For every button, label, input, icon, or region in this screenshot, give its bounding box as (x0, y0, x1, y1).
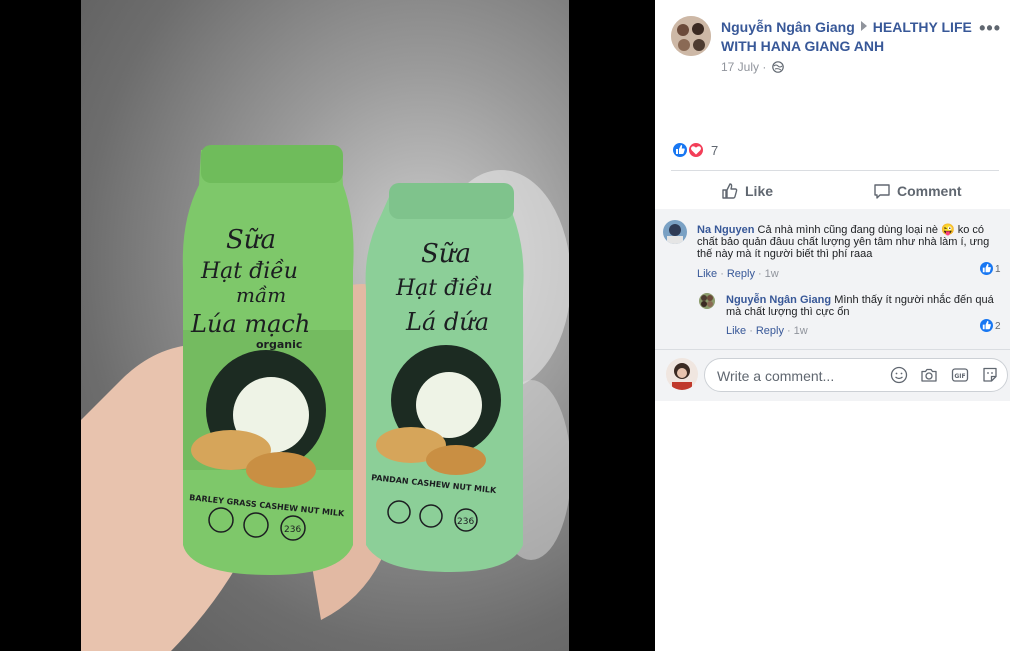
emoji-icon[interactable] (890, 366, 908, 384)
comment-label: Comment (897, 183, 962, 199)
commenter-avatar[interactable] (663, 220, 687, 244)
comment-like-count: 2 (995, 321, 1001, 332)
like-reaction-icon (980, 262, 993, 275)
comment-time[interactable]: 1w (794, 325, 808, 337)
bottle-left-title-3: mầm (236, 283, 286, 307)
arrow-right-icon (860, 21, 867, 31)
bottle-left-title-2: Hạt điều (200, 258, 298, 284)
divider (671, 170, 999, 171)
bottle-left-tag: organic (256, 338, 302, 351)
post-photo[interactable]: Sữa Hạt điều mầm Lúa mạch Sữa Hạt điều L… (81, 0, 569, 651)
svg-text:GIF: GIF (954, 373, 965, 380)
reaction-count: 7 (711, 143, 719, 158)
comment-reply-link[interactable]: Reply (727, 268, 755, 280)
comment-like-link[interactable]: Like (726, 325, 746, 337)
bottle-right-title-3: Lá dứa (405, 308, 489, 336)
gif-icon[interactable]: GIF (951, 366, 969, 384)
post-date: 17 July · (721, 60, 784, 74)
comment-author[interactable]: Nguyễn Ngân Giang (726, 294, 831, 306)
comment-icon (874, 184, 890, 199)
post-side-panel: Nguyễn Ngân Giang HEALTHY LIFE WITH HANA … (655, 0, 1010, 651)
globe-icon (771, 61, 784, 73)
comments-list: Na Nguyen Cả nhà mình cũng đang dùng loạ… (655, 209, 1010, 349)
post-date-text[interactable]: 17 July (721, 60, 759, 74)
thumbs-up-icon (722, 183, 738, 199)
comment-meta-1: Like · Reply · 1w (697, 268, 779, 280)
comment-text-2: Nguyễn Ngân Giang Mình thấy ít người nhắ… (726, 294, 996, 318)
bottle-left-title-4: Lúa mạch (190, 310, 310, 338)
comment-time[interactable]: 1w (765, 268, 779, 280)
like-label: Like (745, 183, 774, 199)
comment-input[interactable]: Write a comment... GIF (704, 358, 1008, 392)
comment-reply-link[interactable]: Reply (756, 325, 784, 337)
reply-avatar[interactable] (699, 293, 715, 309)
sticker-icon[interactable] (981, 366, 999, 384)
bottle-right-title-1: Sữa (421, 239, 471, 269)
bottle-right-title-2: Hạt điều (395, 275, 493, 301)
comment-author[interactable]: Na Nguyen (697, 224, 754, 236)
composer-tools: GIF (882, 366, 999, 389)
comment-text-1: Na Nguyen Cả nhà mình cũng đang dùng loạ… (697, 224, 1002, 260)
comment-like-badge[interactable]: 1 (980, 262, 1001, 275)
photo-viewer: Sữa Hạt điều mầm Lúa mạch Sữa Hạt điều L… (0, 0, 655, 651)
like-reaction-icon (671, 141, 689, 159)
like-reaction-icon (980, 319, 993, 332)
viewer-avatar[interactable] (666, 358, 698, 390)
bottle-right-volume: 236 (457, 517, 474, 527)
author-avatar[interactable] (671, 16, 711, 56)
love-reaction-icon (687, 141, 705, 159)
bottle-left-volume: 236 (284, 525, 301, 535)
comment-composer: Write a comment... GIF (655, 349, 1010, 401)
comment-like-link[interactable]: Like (697, 268, 717, 280)
comment-button[interactable]: Comment (873, 176, 962, 206)
comment-like-badge[interactable]: 2 (980, 319, 1001, 332)
camera-icon[interactable] (920, 366, 938, 384)
bottle-left-title-1: Sữa (226, 225, 276, 255)
post-actions: Like Comment (671, 176, 999, 206)
author-name[interactable]: Nguyễn Ngân Giang (721, 19, 855, 35)
comment-like-count: 1 (995, 264, 1001, 275)
comment-meta-2: Like · Reply · 1w (726, 325, 808, 337)
like-button[interactable]: Like (721, 176, 773, 206)
photo-illustration: Sữa Hạt điều mầm Lúa mạch Sữa Hạt điều L… (81, 145, 569, 651)
post-title: Nguyễn Ngân Giang HEALTHY LIFE WITH HANA … (721, 18, 976, 56)
comment-input-placeholder: Write a comment... (717, 368, 835, 384)
more-options-icon[interactable]: ••• (979, 18, 1001, 39)
